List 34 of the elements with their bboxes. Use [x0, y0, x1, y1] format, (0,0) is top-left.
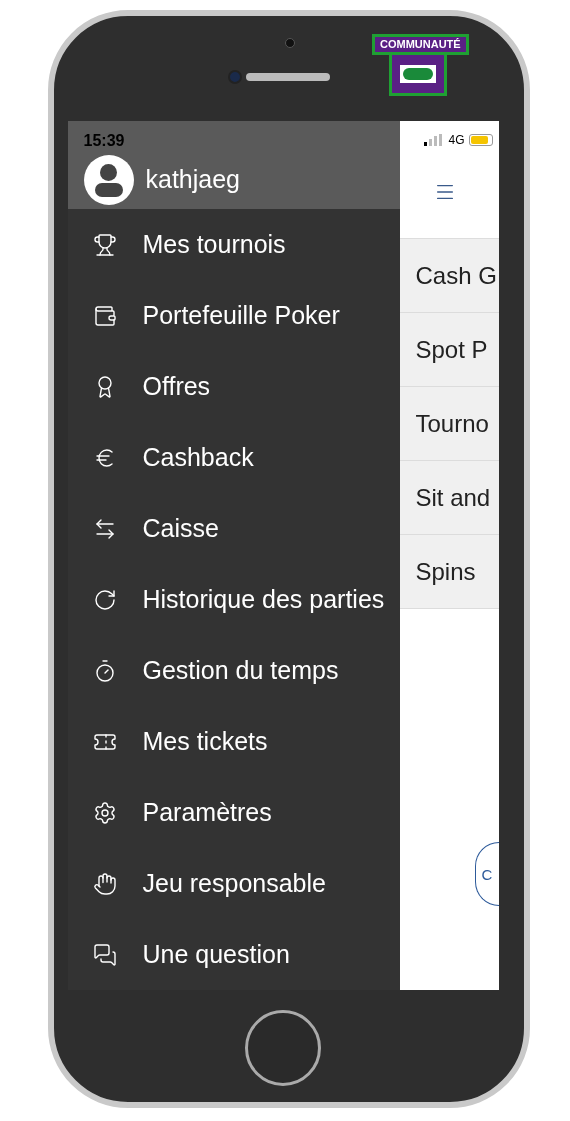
- menu-item[interactable]: Gestion du temps: [67, 635, 400, 706]
- status-time: 15:39: [83, 133, 125, 149]
- speaker-icon: [246, 73, 330, 81]
- category-item[interactable]: Spot P: [399, 313, 499, 387]
- menu-item[interactable]: Mes tickets: [67, 706, 400, 777]
- category-item[interactable]: Tourno: [399, 387, 499, 461]
- camera-icon: [285, 38, 295, 48]
- menu-item[interactable]: Une question: [67, 919, 400, 990]
- category-item[interactable]: Spins: [399, 535, 499, 609]
- menu-item[interactable]: Cashback: [67, 422, 400, 493]
- stopwatch-icon: [93, 658, 117, 683]
- category-item[interactable]: Sit and: [399, 461, 499, 535]
- avatar-icon: [83, 155, 134, 205]
- community-badge: COMMUNAUTÉ: [372, 34, 469, 96]
- menu-item[interactable]: Paramètres: [67, 777, 400, 848]
- trophy-icon: [93, 232, 117, 257]
- battery-icon: [468, 134, 493, 146]
- menu-item[interactable]: Caisse: [67, 493, 400, 564]
- user-name: kathjaeg: [145, 164, 241, 196]
- menu-item[interactable]: Jeu responsable: [67, 848, 400, 919]
- menu-item[interactable]: Mes tournois: [67, 209, 400, 280]
- front-camera-icon: [228, 70, 242, 84]
- network-label: 4G: [448, 134, 465, 146]
- chat-icon: [93, 942, 117, 967]
- menu-item[interactable]: Historique des parties: [67, 564, 400, 635]
- logo-icon: [399, 65, 436, 83]
- refresh-icon: [93, 587, 117, 612]
- menu-item[interactable]: Portefeuille Poker: [67, 280, 400, 351]
- wallet-icon: [93, 303, 117, 328]
- category-item[interactable]: Cash G: [399, 239, 499, 313]
- hand-icon: [93, 871, 117, 896]
- signal-icon: [424, 134, 445, 146]
- menu-item[interactable]: Offres: [67, 351, 400, 422]
- settings-icon: [93, 800, 117, 825]
